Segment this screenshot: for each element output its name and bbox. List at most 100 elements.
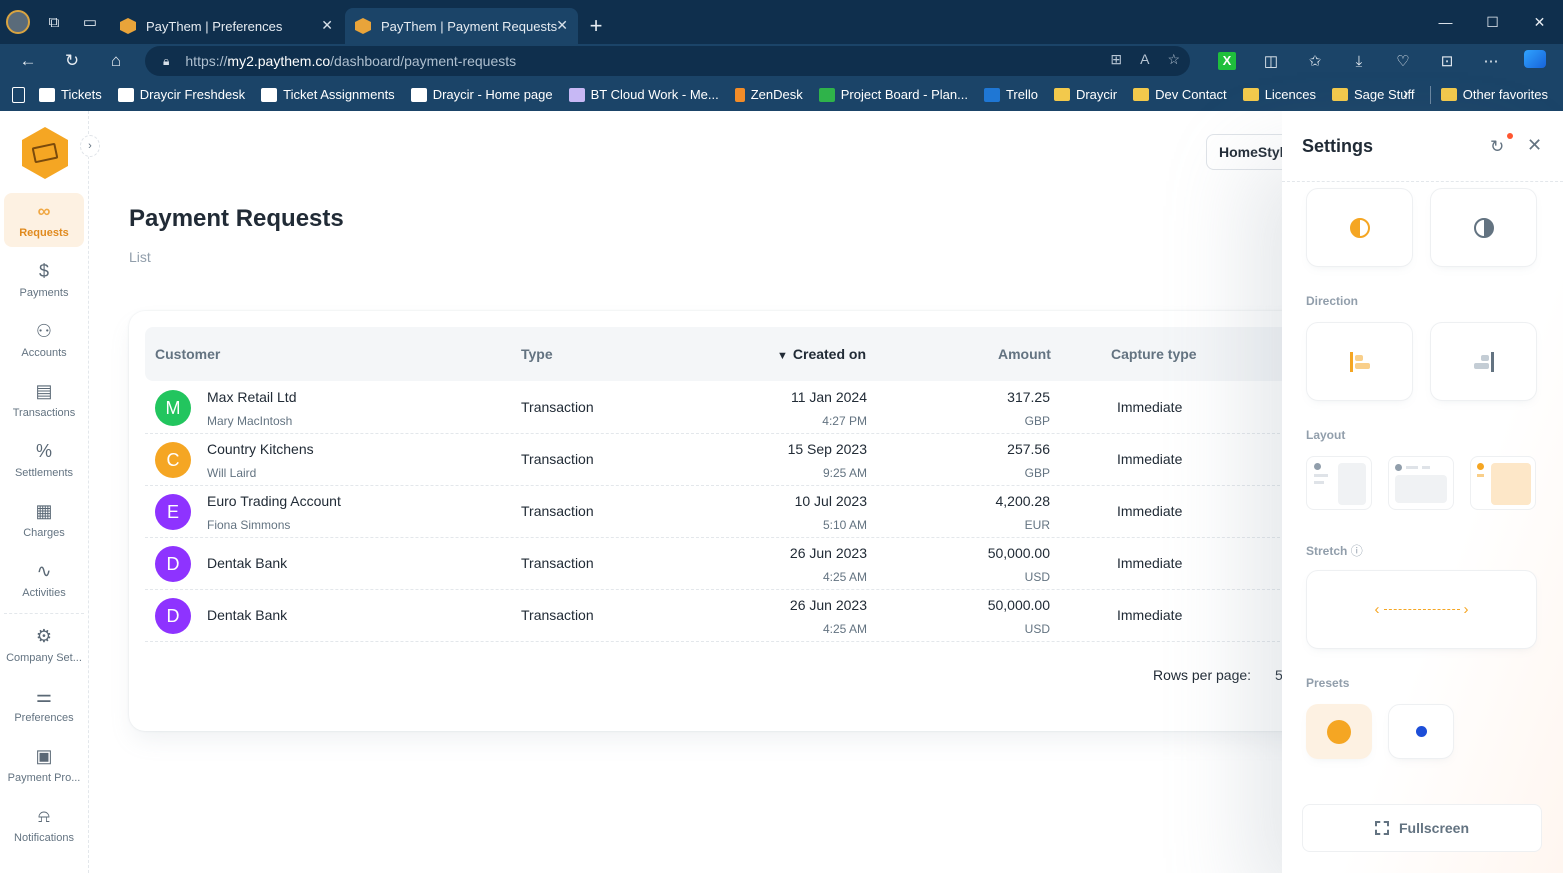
bookmark-item[interactable]: Draycir Freshdesk — [117, 87, 245, 102]
layout-vertical-option[interactable] — [1306, 456, 1372, 510]
sidebar-item-accounts[interactable]: ⚇ Accounts — [4, 313, 84, 367]
sidebar-item-company-settings[interactable]: ⚙ Company Set... — [4, 618, 84, 672]
created-time: 4:25 AM — [822, 570, 867, 584]
capture-type: Immediate — [1117, 451, 1183, 467]
customer-name[interactable]: Euro Trading Account — [207, 493, 341, 509]
customer-name[interactable]: Max Retail Ltd — [207, 389, 296, 405]
sidebar-item-charges[interactable]: ▦ Charges — [4, 493, 84, 547]
copilot-icon[interactable] — [1513, 50, 1557, 72]
bookmark-item[interactable]: Tickets — [39, 87, 102, 102]
table-row[interactable]: D Dentak Bank Transaction 26 Jun 2023 4:25 A… — [145, 538, 1285, 590]
bookmark-item[interactable]: Draycir - Home page — [410, 87, 553, 102]
tab-preferences[interactable]: PayThem | Preferences ✕ — [110, 8, 343, 44]
browser-essentials-icon[interactable]: ♡ — [1381, 52, 1425, 70]
sidebar-item-activities[interactable]: ∿ Activities — [4, 553, 84, 607]
column-type[interactable]: Type — [521, 346, 553, 362]
customer-name[interactable]: Dentak Bank — [207, 555, 287, 571]
amount-currency: GBP — [1024, 466, 1050, 480]
sidebar-item-payments[interactable]: $ Payments — [4, 253, 84, 307]
excel-extension-icon[interactable]: X — [1205, 52, 1249, 70]
column-capture-type[interactable]: Capture type — [1111, 346, 1197, 362]
bookmark-item[interactable]: BT Cloud Work - Me... — [568, 87, 719, 102]
table-row[interactable]: M Max Retail Ltd Mary MacIntosh Transaction… — [145, 382, 1285, 434]
close-icon[interactable]: ✕ — [321, 17, 333, 34]
amount-value: 50,000.00 — [987, 597, 1050, 613]
chevron-right-icon: › — [1463, 601, 1469, 618]
sidebar-item-transactions[interactable]: ▤ Transactions — [4, 373, 84, 427]
ltr-option[interactable] — [1306, 322, 1413, 401]
favorites-icon[interactable]: ✩ — [1293, 52, 1337, 70]
sidebar-item-notifications[interactable]: ⍾ Notifications — [4, 798, 84, 852]
apps-icon[interactable]: ⊞ — [1110, 51, 1122, 68]
close-window-icon[interactable]: ✕ — [1516, 0, 1563, 44]
table-row[interactable]: E Euro Trading Account Fiona Simmons Transa… — [145, 486, 1285, 538]
site-icon — [410, 87, 427, 102]
table-row[interactable]: D Dentak Bank Transaction 26 Jun 2023 4:25 A… — [145, 590, 1285, 642]
bookmark-folder[interactable]: Dev Contact — [1133, 87, 1227, 102]
sidebar-item-settlements[interactable]: % Settlements — [4, 433, 84, 487]
maximize-icon[interactable]: ☐ — [1469, 0, 1516, 44]
favorite-star-icon[interactable]: ☆ — [1167, 51, 1180, 68]
tab-actions-icon[interactable]: ▭ — [72, 4, 108, 40]
paythem-logo[interactable] — [22, 127, 68, 179]
back-icon[interactable]: ← — [6, 44, 50, 78]
align-right-icon — [1473, 351, 1494, 372]
rtl-option[interactable] — [1430, 322, 1537, 401]
profile-avatar[interactable] — [0, 0, 36, 44]
sidebar-item-label: Payments — [19, 287, 69, 299]
paythem-favicon-icon — [355, 18, 371, 34]
folder-icon — [1133, 88, 1150, 101]
sidebar-item-preferences[interactable]: ⚌ Preferences — [4, 678, 84, 732]
close-icon[interactable]: ✕ — [1527, 135, 1542, 156]
bookmark-item[interactable]: ZenDesk — [734, 87, 803, 102]
bookmark-folder[interactable]: Draycir — [1053, 87, 1117, 102]
read-aloud-icon[interactable]: A — [1140, 51, 1149, 68]
amount-currency: USD — [1024, 570, 1050, 584]
tab-payment-requests[interactable]: PayThem | Payment Requests ✕ — [345, 8, 578, 44]
dark-mode-option[interactable] — [1430, 188, 1537, 267]
reset-icon[interactable]: ↻ — [1490, 137, 1504, 157]
close-icon[interactable]: ✕ — [556, 17, 568, 34]
customer-contact: Will Laird — [207, 466, 257, 480]
gear-icon: ⚙ — [35, 626, 53, 646]
credit-card-icon — [31, 142, 59, 164]
customer-name[interactable]: Country Kitchens — [207, 441, 314, 457]
screenshot-icon[interactable]: ⊡ — [1425, 52, 1469, 70]
column-customer[interactable]: Customer — [155, 346, 220, 362]
download-icon[interactable]: ⤓ — [1337, 53, 1381, 70]
bookmark-item[interactable]: Ticket Assignments — [261, 87, 395, 102]
refresh-icon[interactable]: ↻ — [50, 44, 94, 78]
bookmark-item[interactable]: Project Board - Plan... — [818, 87, 968, 102]
customer-name[interactable]: Dentak Bank — [207, 607, 287, 623]
home-icon[interactable]: ⌂ — [94, 44, 138, 78]
preset-orange[interactable] — [1306, 704, 1372, 759]
bookmark-folder[interactable]: Licences — [1242, 87, 1316, 102]
info-icon[interactable]: ⓘ — [1351, 544, 1363, 558]
fullscreen-button[interactable]: Fullscreen — [1302, 804, 1542, 852]
workspaces-icon[interactable]: ⧉ — [36, 4, 72, 40]
sidebar-item-label: Payment Pro... — [7, 772, 81, 784]
sidebar-item-payment-providers[interactable]: ▣ Payment Pro... — [4, 738, 84, 792]
chevron-right-icon[interactable]: › — [1403, 85, 1408, 103]
more-icon[interactable]: ⋯ — [1469, 52, 1513, 70]
bookmark-item[interactable]: Trello — [983, 87, 1038, 102]
new-tab-button[interactable]: + — [578, 8, 614, 44]
column-created-on[interactable]: ▼ Created on — [777, 346, 866, 362]
table-row[interactable]: C Country Kitchens Will Laird Transaction 15… — [145, 434, 1285, 486]
chevron-right-icon[interactable]: › — [80, 135, 100, 157]
column-amount[interactable]: Amount — [998, 346, 1051, 362]
created-date: 26 Jun 2023 — [789, 597, 867, 613]
minimize-icon[interactable]: — — [1422, 0, 1469, 44]
stretch-toggle[interactable]: ‹ › — [1306, 570, 1537, 649]
light-mode-option[interactable] — [1306, 188, 1413, 267]
folder-icon — [1332, 88, 1348, 101]
sidebar-item-requests[interactable]: ∞ Requests — [4, 193, 84, 247]
layout-horizontal-option[interactable] — [1388, 456, 1454, 510]
avatar: D — [155, 546, 191, 582]
preset-blue[interactable] — [1388, 704, 1454, 759]
layout-mini-option[interactable] — [1470, 456, 1536, 510]
other-favorites[interactable]: Other favorites — [1440, 78, 1548, 111]
split-screen-icon[interactable]: ◫ — [1249, 52, 1293, 70]
address-bar[interactable]: 🔒︎ https://my2.paythem.co/dashboard/paym… — [145, 46, 1190, 76]
piggy-bank-icon: $ — [38, 261, 49, 281]
